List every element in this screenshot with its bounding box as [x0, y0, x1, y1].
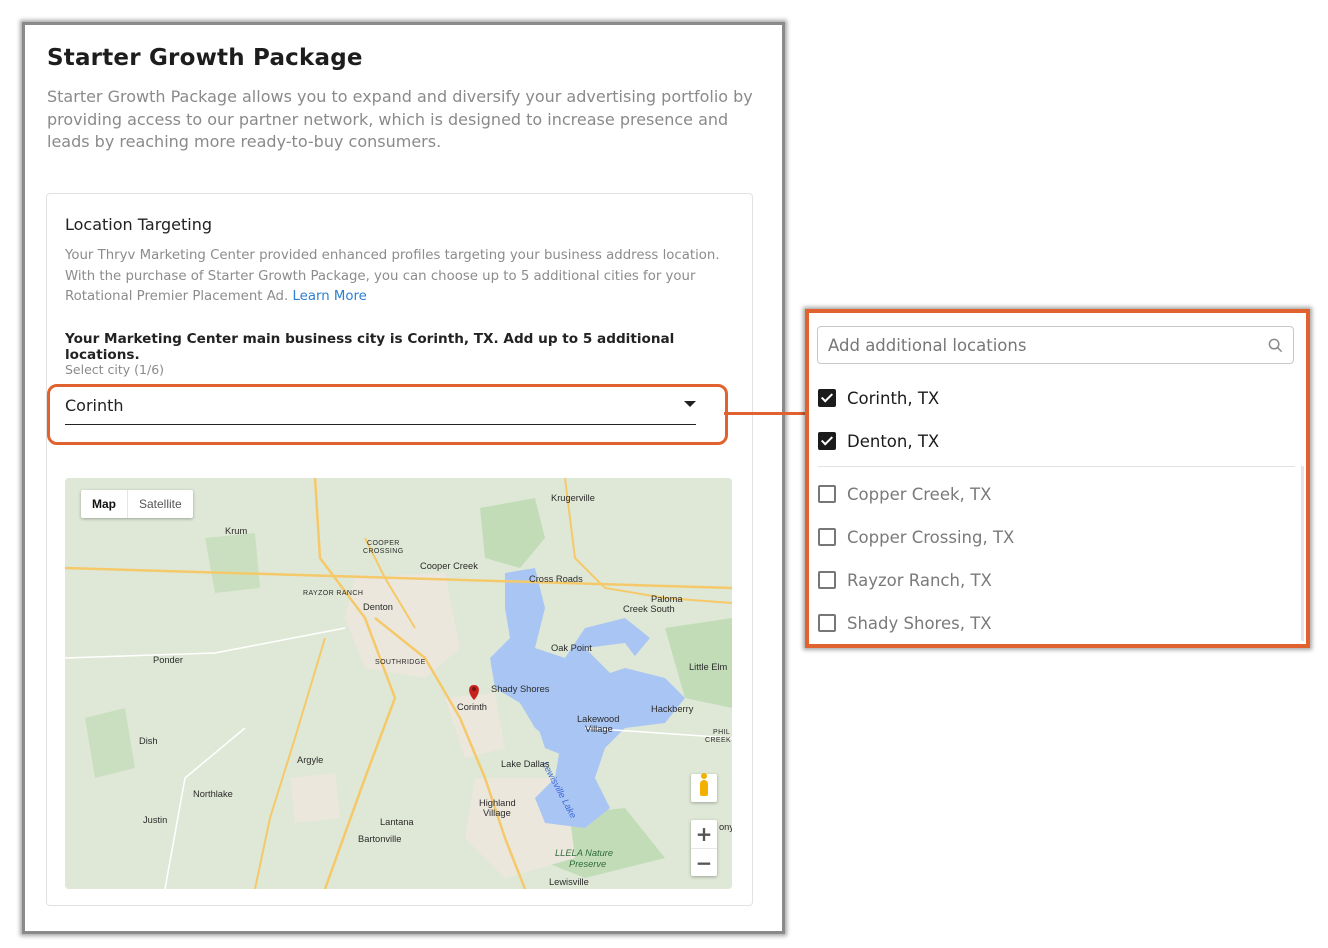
map-type-toggle: Map Satellite: [81, 490, 193, 518]
location-search-input[interactable]: [818, 327, 1258, 363]
map-place-label: Little Elm: [689, 662, 728, 672]
map-place-label: Cooper Creek: [420, 561, 478, 571]
map-place-label: Krugerville: [551, 493, 595, 503]
select-city-label: Select city (1/6): [65, 362, 165, 377]
map-place-label: Justin: [143, 815, 168, 825]
location-search-box: [817, 326, 1294, 364]
map-place-label: Argyle: [297, 755, 324, 765]
map-place-label: SOUTHRIDGE: [375, 659, 426, 666]
city-select-underline: [65, 424, 696, 425]
location-option-label: Copper Crossing, TX: [847, 527, 1015, 547]
map-place-label: Highland: [479, 798, 516, 808]
checkbox-unchecked-icon[interactable]: [818, 485, 836, 503]
card-description: Your Thryv Marketing Center provided enh…: [65, 246, 740, 308]
map-place-label: Cross Roads: [529, 574, 583, 584]
card-title: Location Targeting: [65, 215, 212, 234]
location-targeting-card: Location Targeting Your Thryv Marketing …: [46, 193, 753, 906]
map-type-map[interactable]: Map: [81, 490, 127, 518]
map-place-label: CROSSING: [363, 548, 404, 555]
city-select-highlight: [47, 384, 728, 445]
map-place-label: Lake Dallas: [501, 759, 550, 769]
map-place-label: Hackberry: [651, 704, 694, 714]
city-dropdown-menu: Corinth, TX Denton, TX Copper Creek, TX …: [805, 309, 1310, 648]
map-place-label: LLELA Nature: [555, 848, 614, 858]
map-place-label: Preserve: [569, 859, 607, 869]
main-city-note: Your Marketing Center main business city…: [65, 331, 675, 363]
map-place-label: ony: [719, 822, 732, 832]
map-place-label: Denton: [363, 602, 393, 612]
location-option-label: Copper Creek, TX: [847, 484, 992, 504]
checkbox-unchecked-icon[interactable]: [818, 571, 836, 589]
location-option-shady-shores[interactable]: Shady Shores, TX: [818, 608, 992, 638]
map-view[interactable]: Map Satellite Krugerville Krum COOPER CR…: [65, 478, 732, 889]
location-option-label: Shady Shores, TX: [847, 613, 992, 633]
map-place-label: Northlake: [193, 789, 233, 799]
location-option-label: Rayzor Ranch, TX: [847, 570, 992, 590]
learn-more-link[interactable]: Learn More: [292, 289, 366, 304]
location-option-copper-crossing[interactable]: Copper Crossing, TX: [818, 522, 1014, 552]
street-view-pegman-icon[interactable]: [691, 773, 717, 802]
map-place-label: Lewisville: [549, 877, 589, 887]
caret-down-icon[interactable]: [684, 401, 696, 407]
map-place-label: Paloma: [651, 594, 683, 604]
zoom-out-button[interactable]: −: [691, 848, 717, 876]
map-place-label: PHIL: [713, 729, 731, 736]
checkbox-checked-icon[interactable]: [818, 432, 836, 450]
location-option-copper-creek[interactable]: Copper Creek, TX: [818, 479, 991, 509]
map-place-label: Village: [483, 808, 511, 818]
search-icon: [1268, 338, 1283, 353]
location-option-corinth[interactable]: Corinth, TX: [818, 383, 939, 413]
checkbox-unchecked-icon[interactable]: [818, 614, 836, 632]
page-title: Starter Growth Package: [47, 45, 363, 71]
starter-growth-panel: Starter Growth Package Starter Growth Pa…: [22, 22, 785, 934]
map-place-label: Shady Shores: [491, 684, 550, 694]
dropdown-scrollbar[interactable]: [1301, 466, 1304, 641]
map-place-label: Corinth: [457, 702, 487, 712]
city-select-value[interactable]: Corinth: [65, 396, 124, 415]
map-place-label: Creek South: [623, 604, 675, 614]
map-place-label: Krum: [225, 526, 248, 536]
location-option-label: Corinth, TX: [847, 388, 940, 408]
map-place-label: Bartonville: [358, 834, 402, 844]
map-place-label: Dish: [139, 736, 158, 746]
map-zoom-controls: + −: [691, 820, 717, 876]
map-place-label: Ponder: [153, 655, 183, 665]
location-option-label: Denton, TX: [847, 431, 940, 451]
page-description: Starter Growth Package allows you to exp…: [47, 87, 753, 151]
map-place-label: Oak Point: [551, 643, 592, 653]
callout-connector: [724, 412, 808, 415]
card-description-text: Your Thryv Marketing Center provided enh…: [65, 248, 720, 304]
map-place-label: CREEK: [705, 737, 732, 744]
checkbox-checked-icon[interactable]: [818, 389, 836, 407]
map-place-label: Village: [585, 724, 613, 734]
checkbox-unchecked-icon[interactable]: [818, 528, 836, 546]
location-option-denton[interactable]: Denton, TX: [818, 426, 939, 456]
options-divider: [818, 466, 1295, 467]
map-place-label: Lantana: [380, 817, 414, 827]
map-place-label: COOPER: [367, 540, 400, 547]
zoom-in-button[interactable]: +: [691, 820, 717, 848]
map-place-label: RAYZOR RANCH: [303, 590, 364, 597]
map-type-satellite[interactable]: Satellite: [127, 490, 193, 518]
location-option-rayzor-ranch[interactable]: Rayzor Ranch, TX: [818, 565, 992, 595]
map-place-label: Lakewood: [577, 714, 620, 724]
